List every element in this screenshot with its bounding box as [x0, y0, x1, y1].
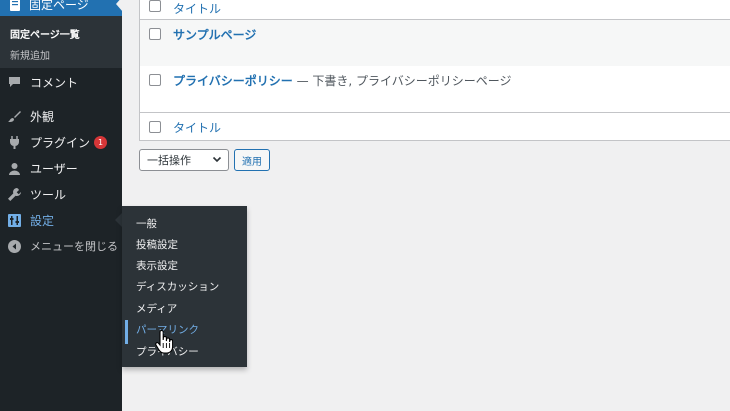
- sidebar-item-plugins[interactable]: プラグイン 1: [0, 129, 122, 155]
- user-icon: [7, 161, 21, 175]
- column-title-header[interactable]: タイトル: [173, 0, 221, 17]
- sidebar-item-comments[interactable]: コメント: [0, 69, 122, 95]
- wrench-icon: [7, 187, 21, 201]
- bulk-action-value: 一括操作: [147, 154, 191, 167]
- pages-table: タイトル サンプルページ プライバシーポリシー — 下書き, プライバシーポリシ…: [139, 0, 730, 141]
- sidebar-item-tools[interactable]: ツール: [0, 181, 122, 207]
- page-title-link[interactable]: サンプルページ: [173, 26, 256, 43]
- sidebar-item-label: コメント: [30, 75, 79, 90]
- admin-sidebar: 固定ページ 固定ページ一覧 新規追加 コメント 外観 プラグイン 1 ユーザー …: [0, 0, 122, 411]
- hand-pointer-icon: [155, 330, 173, 354]
- submenu-all-pages[interactable]: 固定ページ一覧: [10, 26, 80, 41]
- apply-button[interactable]: 適用: [234, 149, 270, 171]
- collapse-menu-button[interactable]: メニューを閉じる: [0, 233, 122, 259]
- sidebar-item-users[interactable]: ユーザー: [0, 155, 122, 181]
- collapse-menu-label: メニューを閉じる: [30, 240, 118, 253]
- flyout-item-discussion[interactable]: ディスカッション: [136, 279, 219, 294]
- update-count-badge: 1: [94, 135, 108, 149]
- paintbrush-icon: [7, 109, 21, 123]
- chevron-down-icon: [212, 154, 222, 164]
- table-row: プライバシーポリシー — 下書き, プライバシーポリシーページ: [140, 66, 730, 113]
- pages-submenu: 固定ページ一覧 新規追加: [0, 16, 122, 68]
- comment-icon: [7, 75, 21, 89]
- table-row: サンプルページ: [140, 20, 730, 66]
- sidebar-item-label: 外観: [30, 109, 55, 124]
- plugin-icon: [7, 135, 21, 149]
- table-footer-row: タイトル: [140, 113, 730, 141]
- sidebar-item-label: プラグイン: [30, 135, 91, 150]
- sidebar-item-label: 設定: [30, 213, 55, 228]
- page-icon: [8, 0, 21, 11]
- table-header-row: タイトル: [140, 0, 730, 20]
- collapse-arrow-icon: [7, 239, 21, 253]
- settings-flyout-menu: 一般 投稿設定 表示設定 ディスカッション メディア パーマリンク プライバシー: [122, 206, 247, 367]
- sidebar-item-appearance[interactable]: 外観: [0, 103, 122, 129]
- row-checkbox[interactable]: [149, 74, 161, 86]
- page-state-label: — 下書き, プライバシーポリシーページ: [296, 74, 512, 88]
- flyout-item-media[interactable]: メディア: [136, 301, 177, 316]
- sidebar-item-label: ツール: [30, 187, 67, 202]
- page-title-cell: プライバシーポリシー — 下書き, プライバシーポリシーページ: [173, 72, 512, 89]
- submenu-add-new[interactable]: 新規追加: [10, 47, 50, 62]
- sidebar-item-pages[interactable]: 固定ページ: [0, 0, 122, 16]
- column-title-footer[interactable]: タイトル: [173, 119, 221, 136]
- current-menu-arrow: [116, 0, 123, 12]
- flyout-item-writing[interactable]: 投稿設定: [136, 237, 178, 252]
- page-title-link[interactable]: プライバシーポリシー: [173, 74, 293, 88]
- sidebar-item-label: ユーザー: [30, 161, 78, 176]
- select-all-checkbox-footer[interactable]: [149, 121, 161, 133]
- bulk-action-select[interactable]: 一括操作: [139, 149, 229, 171]
- hover-indicator: [125, 320, 128, 344]
- sidebar-item-label: 固定ページ: [29, 0, 89, 12]
- sidebar-item-settings[interactable]: 設定: [0, 207, 122, 233]
- flyout-item-reading[interactable]: 表示設定: [136, 258, 178, 273]
- row-checkbox[interactable]: [149, 28, 161, 40]
- flyout-item-general[interactable]: 一般: [136, 216, 157, 231]
- settings-icon: [7, 213, 21, 227]
- select-all-checkbox[interactable]: [149, 0, 161, 12]
